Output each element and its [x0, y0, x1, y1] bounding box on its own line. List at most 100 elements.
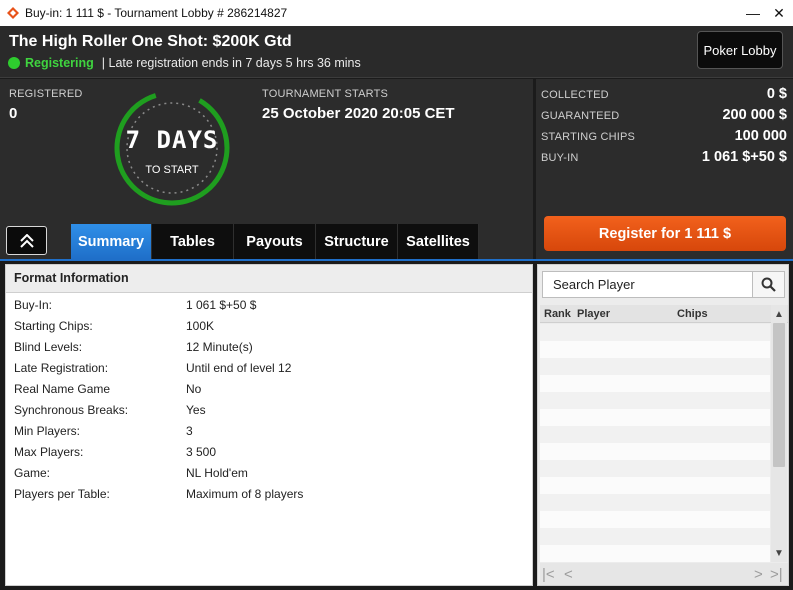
tab-bar: Summary Tables Payouts Structure Satelli… — [71, 224, 479, 259]
tournament-header: The High Roller One Shot: $200K Gtd Regi… — [0, 26, 793, 78]
collected-label: COLLECTED — [541, 89, 609, 101]
empty-row — [540, 358, 770, 375]
first-page-icon[interactable]: |< — [542, 566, 555, 583]
buyin-value: 1 061 $+50 $ — [701, 149, 787, 165]
scroll-down-icon[interactable]: ▼ — [771, 545, 787, 561]
format-row: Synchronous Breaks: Yes — [6, 399, 532, 420]
tab-structure[interactable]: Structure — [316, 224, 398, 259]
empty-row — [540, 477, 770, 494]
column-rank[interactable]: Rank — [544, 308, 571, 320]
format-value: NL Hold'em — [186, 465, 248, 480]
format-value: 100K — [186, 318, 215, 333]
pager: |< < > >| — [540, 563, 788, 585]
collected-value: 0 $ — [766, 86, 787, 102]
format-key: Synchronous Breaks: — [14, 402, 129, 417]
prev-page-icon[interactable]: < — [564, 566, 573, 583]
format-heading: Format Information — [6, 265, 532, 293]
format-value: 3 — [186, 423, 193, 438]
search-player-input[interactable]: Search Player — [542, 271, 753, 298]
status-dot-icon — [8, 57, 20, 69]
last-page-icon[interactable]: >| — [770, 566, 783, 583]
format-value: 12 Minute(s) — [186, 339, 253, 354]
tournament-starts-label: TOURNAMENT STARTS — [262, 88, 389, 100]
format-value: 3 500 — [186, 444, 217, 459]
format-value: Until end of level 12 — [186, 360, 292, 375]
format-row: Game: NL Hold'em — [6, 462, 532, 483]
guaranteed-label: GUARANTEED — [541, 110, 620, 122]
empty-row — [540, 545, 770, 562]
empty-row — [540, 426, 770, 443]
player-grid-body — [540, 324, 770, 562]
status-row: Registering | Late registration ends in … — [8, 56, 361, 70]
format-key: Players per Table: — [14, 486, 110, 501]
next-page-icon[interactable]: > — [754, 566, 763, 583]
poker-lobby-button[interactable]: Poker Lobby — [697, 31, 783, 69]
format-value: 1 061 $+50 $ — [186, 297, 257, 312]
format-key: Game: — [14, 465, 51, 480]
format-value: Yes — [186, 402, 206, 417]
column-chips[interactable]: Chips — [677, 308, 708, 320]
column-player[interactable]: Player — [577, 308, 610, 320]
guaranteed-row: GUARANTEED 200 000 $ — [541, 107, 787, 123]
close-button[interactable]: ✕ — [767, 0, 791, 26]
search-button[interactable] — [752, 271, 785, 298]
tab-underline — [0, 259, 793, 261]
countdown-days: 7 DAYS — [125, 126, 219, 154]
register-button[interactable]: Register for 1 111 $ — [544, 216, 786, 251]
empty-row — [540, 392, 770, 409]
format-key: Real Name Game — [14, 381, 111, 396]
starting-chips-label: STARTING CHIPS — [541, 131, 636, 143]
registered-label: REGISTERED — [9, 88, 83, 100]
scroll-up-icon[interactable]: ▲ — [771, 306, 787, 322]
empty-row — [540, 341, 770, 358]
player-grid-header: Rank Player Chips — [540, 305, 788, 323]
minimize-button[interactable]: — — [741, 0, 765, 26]
format-value: No — [186, 381, 202, 396]
format-row: Starting Chips: 100K — [6, 315, 532, 336]
format-row: Max Players: 3 500 — [6, 441, 532, 462]
empty-row — [540, 494, 770, 511]
late-registration-text: | Late registration ends in 7 days 5 hrs… — [101, 56, 361, 70]
empty-row — [540, 511, 770, 528]
format-information-panel: Format Information Buy-In: 1 061 $+50 $ S… — [5, 264, 533, 586]
scroll-thumb[interactable] — [773, 323, 785, 467]
tab-payouts[interactable]: Payouts — [234, 224, 316, 259]
tab-tables[interactable]: Tables — [152, 224, 234, 259]
tournament-starts-value: 25 October 2020 20:05 CET — [262, 105, 455, 122]
empty-row — [540, 528, 770, 545]
search-icon — [761, 277, 776, 292]
countdown-subtitle: TO START — [145, 164, 199, 176]
collapse-button[interactable] — [6, 226, 47, 255]
registered-value: 0 — [9, 105, 18, 122]
countdown-timer: 7 DAYS TO START — [110, 86, 234, 210]
format-key: Starting Chips: — [14, 318, 93, 333]
vertical-scrollbar[interactable]: ▲ ▼ — [771, 305, 787, 562]
buyin-label: BUY-IN — [541, 152, 579, 164]
format-key: Min Players: — [14, 423, 81, 438]
format-key: Blind Levels: — [14, 339, 83, 354]
tournament-name: The High Roller One Shot: $200K Gtd — [9, 33, 292, 50]
empty-row — [540, 460, 770, 477]
collected-row: COLLECTED 0 $ — [541, 86, 787, 102]
guaranteed-value: 200 000 $ — [722, 107, 787, 123]
empty-row — [540, 409, 770, 426]
player-list-panel: Search Player Rank Player Chips ▲ ▼ |< <… — [537, 264, 789, 586]
window-title: Buy-in: 1 111 $ - Tournament Lobby # 286… — [25, 6, 288, 20]
tab-summary[interactable]: Summary — [71, 224, 152, 259]
format-row: Buy-In: 1 061 $+50 $ — [6, 294, 532, 315]
format-key: Late Registration: — [14, 360, 109, 375]
format-value: Maximum of 8 players — [186, 486, 304, 501]
starting-chips-value: 100 000 — [734, 128, 787, 144]
buyin-row: BUY-IN 1 061 $+50 $ — [541, 149, 787, 165]
status-text: Registering — [25, 56, 94, 70]
double-chevron-up-icon — [19, 233, 34, 248]
format-row: Late Registration: Until end of level 12 — [6, 357, 532, 378]
format-key: Max Players: — [14, 444, 84, 459]
empty-row — [540, 443, 770, 460]
format-row: Players per Table: Maximum of 8 players — [6, 483, 532, 504]
empty-row — [540, 324, 770, 341]
empty-row — [540, 375, 770, 392]
format-row: Real Name Game No — [6, 378, 532, 399]
tab-satellites[interactable]: Satellites — [398, 224, 479, 259]
format-key: Buy-In: — [14, 297, 53, 312]
